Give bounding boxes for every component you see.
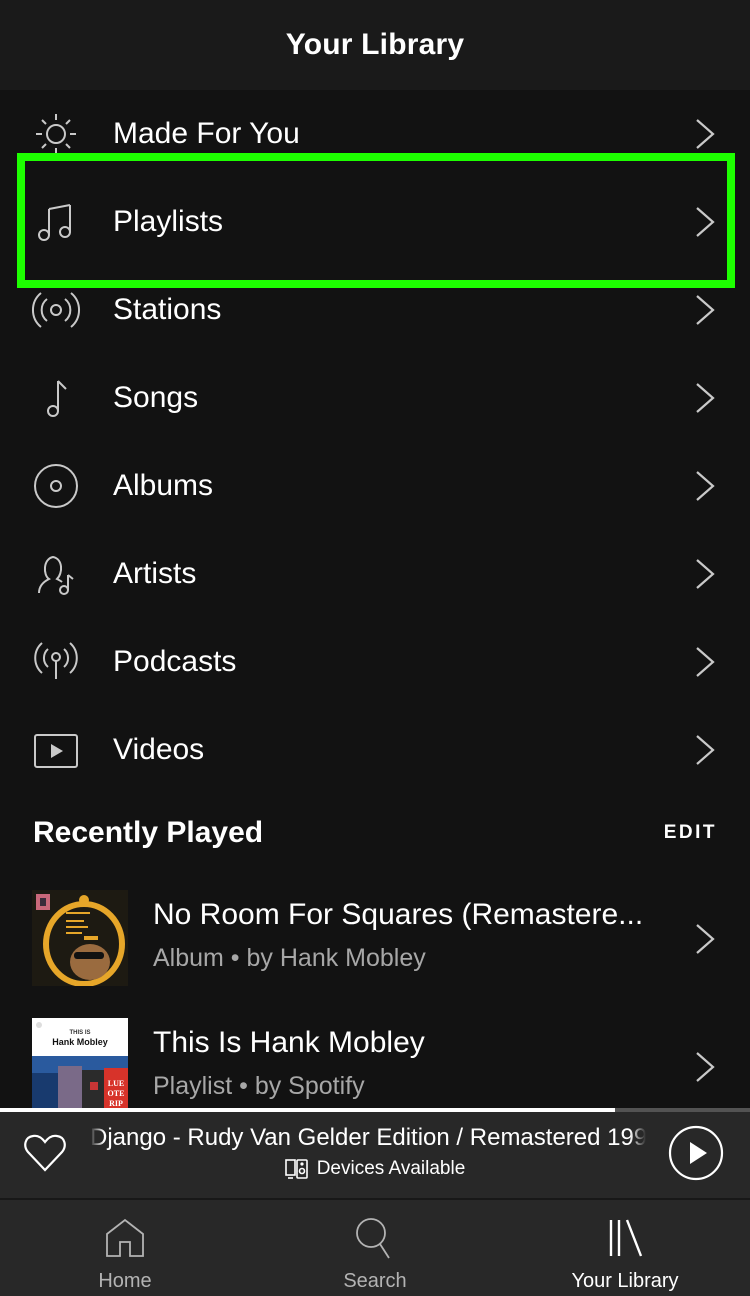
podcast-antenna-icon	[30, 636, 82, 688]
menu-item-label: Podcasts	[113, 645, 237, 678]
menu-item-label: Playlists	[113, 205, 224, 238]
devices-available-button[interactable]: Devices Available	[0, 1158, 750, 1180]
tab-search[interactable]: Search	[250, 1200, 500, 1296]
music-note-icon	[30, 372, 82, 424]
tab-label: Search	[343, 1270, 407, 1292]
now-playing-track[interactable]: Django - Rudy Van Gelder Edition / Remas…	[90, 1124, 646, 1152]
playlist-art: THIS IS Hank Mobley LUE OTE RIP	[32, 1018, 128, 1114]
menu-item-made-for-you[interactable]: Made For You	[0, 90, 750, 178]
menu-item-podcasts[interactable]: Podcasts	[0, 618, 750, 706]
recent-item-subtitle: Playlist • by Spotify	[153, 1072, 365, 1100]
art-text-this-is: THIS IS	[69, 1030, 90, 1036]
chevron-right-icon	[694, 205, 716, 239]
recent-item-subtitle: Album • by Hank Mobley	[153, 944, 426, 972]
menu-item-label: Stations	[113, 293, 222, 326]
sun-icon	[30, 108, 82, 160]
chevron-right-icon	[694, 922, 716, 956]
edit-button[interactable]: EDIT	[664, 822, 717, 844]
svg-text:OTE: OTE	[108, 1089, 125, 1098]
tab-label: Your Library	[571, 1270, 679, 1292]
menu-item-videos[interactable]: Videos	[0, 706, 750, 794]
menu-item-label: Made For You	[113, 117, 300, 150]
recent-item-title: No Room For Squares (Remastere...	[153, 898, 644, 931]
home-icon	[106, 1218, 144, 1257]
library-menu: Made For You Playlists Stations Songs Al…	[0, 90, 750, 794]
svg-text:LUE: LUE	[108, 1079, 124, 1088]
tab-your-library[interactable]: Your Library	[500, 1200, 750, 1296]
bottom-tab-bar: Home Search Your Library	[0, 1198, 750, 1296]
chevron-right-icon	[694, 381, 716, 415]
menu-item-playlists[interactable]: Playlists	[0, 178, 750, 266]
play-button[interactable]	[668, 1125, 724, 1181]
menu-item-songs[interactable]: Songs	[0, 354, 750, 442]
now-playing-bar[interactable]: Django - Rudy Van Gelder Edition / Remas…	[0, 1108, 750, 1198]
video-play-icon	[30, 724, 82, 776]
artist-icon	[30, 548, 82, 600]
menu-item-label: Albums	[113, 469, 214, 502]
recent-item[interactable]: No Room For Squares (Remastere... Album …	[0, 890, 750, 1018]
radio-waves-icon	[30, 284, 82, 336]
svg-text:RIP: RIP	[109, 1099, 123, 1108]
chevron-right-icon	[694, 117, 716, 151]
album-art	[32, 890, 128, 986]
chevron-right-icon	[694, 733, 716, 767]
chevron-right-icon	[694, 293, 716, 327]
devices-icon	[284, 1159, 308, 1179]
page-title: Your Library	[285, 28, 465, 61]
search-icon	[356, 1218, 390, 1259]
play-icon	[690, 1142, 707, 1164]
chevron-right-icon	[694, 645, 716, 679]
chevron-right-icon	[694, 469, 716, 503]
recent-item-title: This Is Hank Mobley	[153, 1026, 425, 1059]
playback-progress-fill	[0, 1108, 615, 1112]
music-notes-icon	[30, 196, 82, 248]
menu-item-artists[interactable]: Artists	[0, 530, 750, 618]
header: Your Library	[0, 0, 750, 90]
menu-item-label: Songs	[113, 381, 199, 414]
tab-home[interactable]: Home	[0, 1200, 250, 1296]
tab-label: Home	[98, 1270, 152, 1292]
recently-played-header: Recently Played EDIT	[33, 808, 717, 858]
devices-label: Devices Available	[316, 1158, 466, 1179]
menu-item-stations[interactable]: Stations	[0, 266, 750, 354]
section-title: Recently Played	[33, 816, 264, 849]
album-disc-icon	[30, 460, 82, 512]
chevron-right-icon	[694, 557, 716, 591]
chevron-right-icon	[694, 1050, 716, 1084]
art-text-artist: Hank Mobley	[52, 1037, 108, 1047]
menu-item-label: Videos	[113, 733, 205, 766]
playback-progress-bar[interactable]	[0, 1108, 750, 1112]
menu-item-label: Artists	[113, 557, 197, 590]
menu-item-albums[interactable]: Albums	[0, 442, 750, 530]
library-icon	[609, 1219, 643, 1257]
